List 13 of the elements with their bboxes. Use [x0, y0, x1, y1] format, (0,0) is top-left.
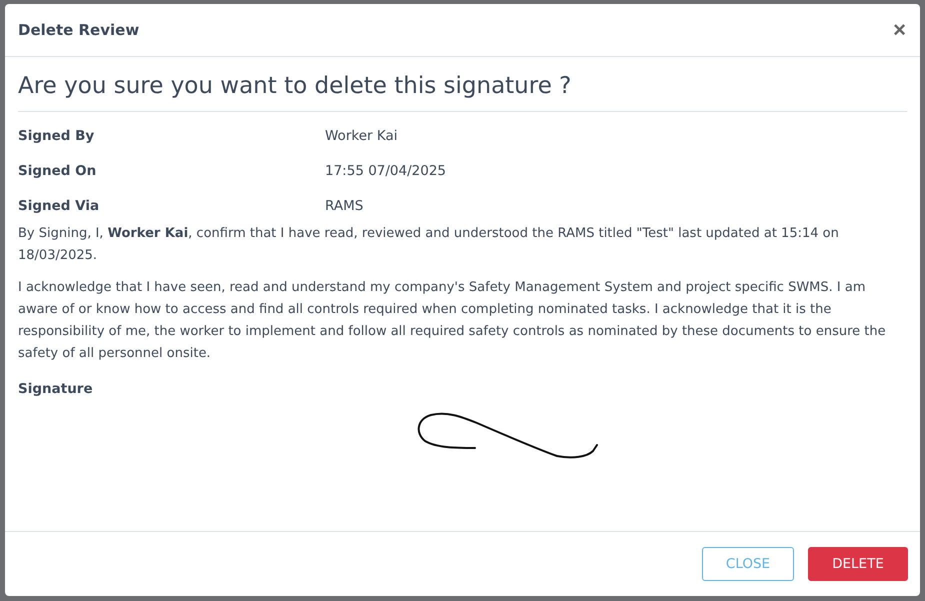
- signature-label: Signature: [18, 381, 94, 397]
- dialog-button[interactable]: CLOSE: [702, 547, 794, 581]
- field-label: Signed Via: [18, 198, 100, 214]
- field-value: Worker Kai: [325, 128, 398, 144]
- confirmation-heading: Are you sure you want to delete this signature ?: [18, 57, 907, 112]
- field-value: 17:55 07/04/2025: [325, 162, 446, 178]
- field-label: Signed On: [18, 162, 98, 178]
- field-value: RAMS: [325, 198, 364, 214]
- field-label: Signed By: [18, 128, 96, 144]
- dialog-button[interactable]: DELETE: [808, 547, 908, 581]
- modal-title: Delete Review: [18, 21, 140, 39]
- declaration-text: By Signing, I, Worker Kai, confirm that I have read, reviewed and understood the RAMS titled "Test" last updated at 15:14 on 18/03/2025.: [18, 225, 840, 265]
- declaration-text: I acknowledge that I have seen, read and understand my company's Safety Management System and project specific SWMS. I am aware of or know how to access and find all controls required when completing nominated tasks. I acknowledge that it is the responsibility of me, the worker to implement and follow all required safety controls as nominated by these documents to ensure the safety of all personnel onsite.: [18, 279, 887, 363]
